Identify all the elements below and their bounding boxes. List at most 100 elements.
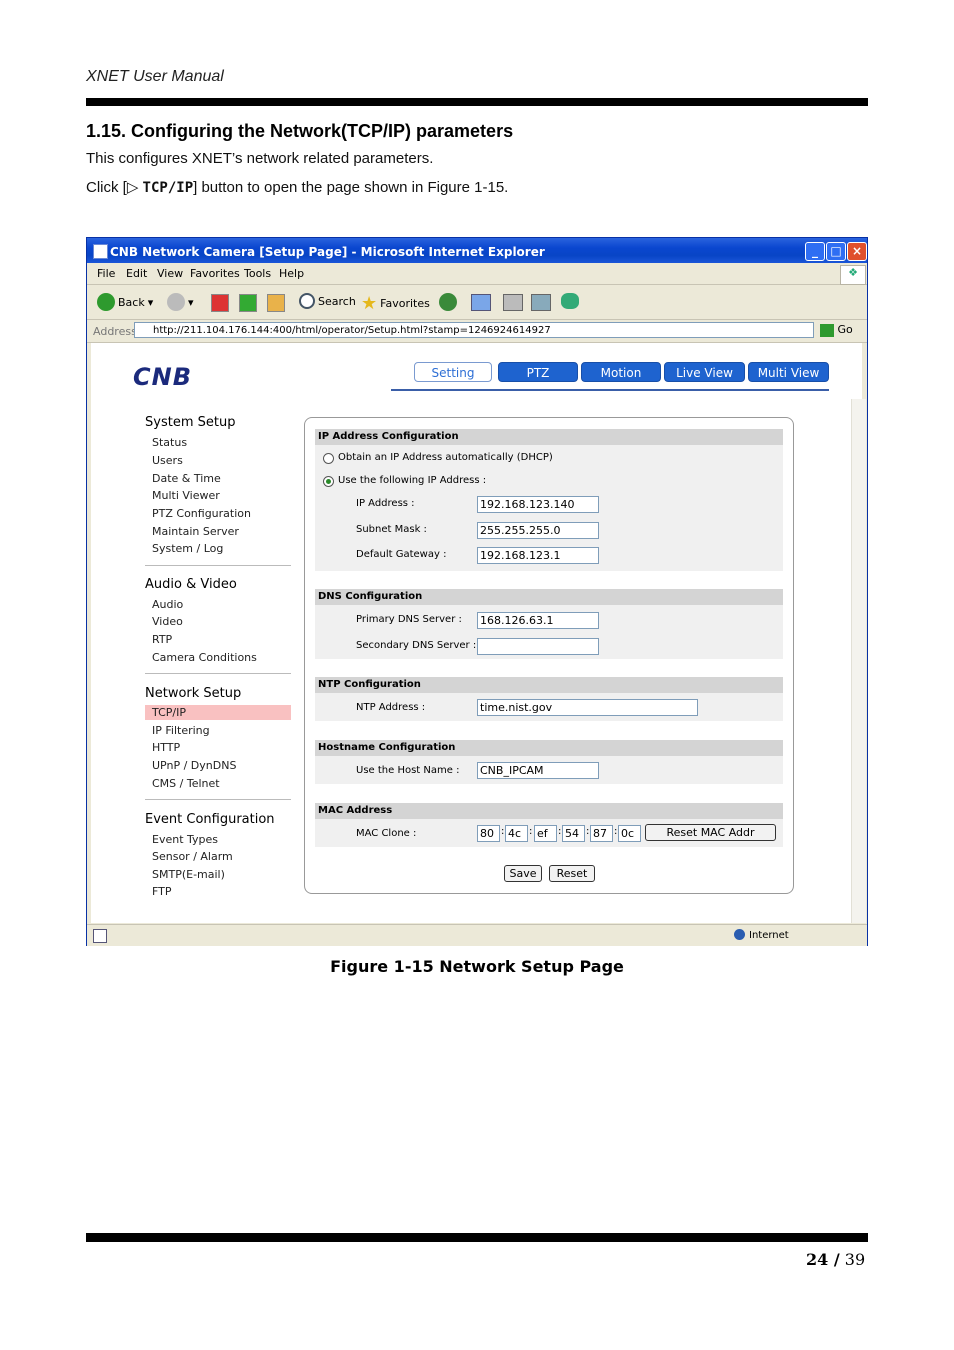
menu-tools[interactable]: Tools [244, 267, 271, 280]
menu-help[interactable]: Help [279, 267, 304, 280]
menu-file[interactable]: File [97, 267, 115, 280]
print-icon[interactable] [503, 294, 523, 311]
sidebar-item-tcp-ip[interactable]: TCP/IP [152, 706, 186, 719]
static-ip-radio[interactable] [323, 476, 334, 487]
subnet-mask-label: Subnet Mask : [356, 524, 427, 535]
page-number: 24 / 39 [806, 1250, 865, 1269]
sidebar-item-camera-conditions[interactable]: Camera Conditions [152, 651, 257, 664]
browser-window: CNB Network Camera [Setup Page] - Micros… [86, 237, 868, 946]
hostname-input[interactable]: CNB_IPCAM [477, 762, 599, 779]
sidebar-heading-network: Network Setup [145, 686, 242, 701]
intro-paragraph: This configures XNET’s network related p… [86, 150, 434, 167]
sidebar-item-ip-filtering[interactable]: IP Filtering [152, 724, 210, 737]
gateway-input[interactable]: 192.168.123.1 [477, 547, 599, 564]
mac-section-header: MAC Address [315, 803, 783, 819]
forward-button[interactable]: ▾ [167, 293, 194, 311]
ntp-address-input[interactable]: time.nist.gov [477, 699, 698, 716]
ip-address-input[interactable]: 192.168.123.140 [477, 496, 599, 513]
favorites-button[interactable]: ★ Favorites [361, 293, 430, 314]
menu-view[interactable]: View [157, 267, 183, 280]
tab-live-view[interactable]: Live View [664, 362, 745, 382]
home-icon[interactable] [267, 294, 285, 312]
tab-motion[interactable]: Motion [581, 362, 661, 382]
sidebar-item-status[interactable]: Status [152, 436, 187, 449]
ip-address-label: IP Address : [356, 498, 415, 509]
mac-octet-2[interactable]: 4c [505, 825, 528, 842]
reset-button[interactable]: Reset [549, 865, 595, 882]
sidebar-heading-audio-video: Audio & Video [145, 577, 237, 592]
sidebar-item-upnp-dyndns[interactable]: UPnP / DynDNS [152, 759, 236, 772]
sidebar-divider [145, 673, 291, 674]
dhcp-radio[interactable] [323, 453, 334, 464]
reset-mac-button[interactable]: Reset MAC Addr [645, 824, 776, 841]
go-button[interactable]: Go [820, 323, 853, 337]
forward-arrow-icon [167, 293, 185, 311]
mac-octet-6[interactable]: 0c [618, 825, 641, 842]
sidebar-item-ptz-configuration[interactable]: PTZ Configuration [152, 507, 251, 520]
mac-octet-3[interactable]: ef [534, 825, 557, 842]
search-label: Search [318, 294, 356, 308]
minimize-button[interactable]: _ [805, 242, 825, 261]
primary-dns-input[interactable]: 168.126.63.1 [477, 612, 599, 629]
tab-ptz[interactable]: PTZ [498, 362, 578, 382]
vertical-scrollbar[interactable] [851, 399, 866, 923]
sidebar-item-rtp[interactable]: RTP [152, 633, 172, 646]
sidebar-item-users[interactable]: Users [152, 454, 183, 467]
close-button[interactable]: × [847, 242, 867, 261]
sidebar-heading-system: System Setup [145, 415, 236, 430]
tab-setting[interactable]: Setting [414, 362, 492, 382]
messenger-icon[interactable] [561, 293, 579, 309]
sidebar-item-sensor-alarm[interactable]: Sensor / Alarm [152, 850, 233, 863]
nav-divider [391, 389, 829, 391]
mac-octet-1[interactable]: 80 [477, 825, 500, 842]
sidebar-item-http[interactable]: HTTP [152, 741, 180, 754]
history-icon[interactable] [439, 293, 457, 311]
windows-logo-icon: ❖ [840, 265, 866, 285]
sidebar-item-ftp[interactable]: FTP [152, 885, 172, 898]
ip-section-body: Obtain an IP Address automatically (DHCP… [315, 445, 783, 571]
back-button[interactable]: Back ▾ [97, 293, 153, 311]
config-panel: IP Address Configuration Obtain an IP Ad… [304, 417, 794, 894]
sidebar-item-event-types[interactable]: Event Types [152, 833, 218, 846]
instruction-pre: Click [▷ [86, 179, 143, 196]
tab-multi-view[interactable]: Multi View [748, 362, 829, 382]
section-title: 1.15. Configuring the Network(TCP/IP) pa… [86, 121, 514, 141]
instruction-paragraph: Click [▷ TCP/IP] button to open the page… [86, 178, 508, 196]
menu-edit[interactable]: Edit [126, 267, 147, 280]
subnet-mask-input[interactable]: 255.255.255.0 [477, 522, 599, 539]
dns-section-body: Primary DNS Server : 168.126.63.1 Second… [315, 605, 783, 659]
page-total: 39 [839, 1250, 866, 1269]
secondary-dns-input[interactable] [477, 638, 599, 655]
hostname-section-body: Use the Host Name : CNB_IPCAM [315, 756, 783, 784]
mac-octet-5[interactable]: 87 [590, 825, 613, 842]
sidebar-item-maintain-server[interactable]: Maintain Server [152, 525, 239, 538]
toolbar: Back ▾ ▾ Search ★ Favorites [87, 285, 867, 320]
sidebar-divider [145, 799, 291, 800]
sidebar-item-date-time[interactable]: Date & Time [152, 472, 221, 485]
menu-favorites[interactable]: Favorites [190, 267, 240, 280]
header-rule [86, 98, 868, 106]
refresh-icon[interactable] [239, 294, 257, 312]
maximize-button[interactable]: □ [826, 242, 846, 261]
edit-icon[interactable] [531, 294, 551, 311]
mac-octet-4[interactable]: 54 [562, 825, 585, 842]
window-title: CNB Network Camera [Setup Page] - Micros… [110, 245, 545, 259]
stop-icon[interactable] [211, 294, 229, 312]
sidebar-item-smtp[interactable]: SMTP(E-mail) [152, 868, 225, 881]
search-button[interactable]: Search [299, 293, 356, 309]
mail-icon[interactable] [471, 294, 491, 311]
page-current: 24 / [806, 1250, 840, 1269]
sidebar-item-audio[interactable]: Audio [152, 598, 183, 611]
ntp-section-header: NTP Configuration [315, 677, 783, 693]
ntp-address-label: NTP Address : [356, 702, 426, 713]
mac-separator: : [501, 826, 505, 837]
save-button[interactable]: Save [504, 865, 542, 882]
address-bar: Address http://211.104.176.144:400/html/… [87, 320, 867, 343]
sidebar-item-cms-telnet[interactable]: CMS / Telnet [152, 777, 220, 790]
page-viewport: CNB Setting PTZ Motion Live View Multi V… [91, 343, 866, 923]
sidebar-item-system-log[interactable]: System / Log [152, 542, 223, 555]
mac-separator: : [558, 826, 562, 837]
sidebar-item-video[interactable]: Video [152, 615, 183, 628]
sidebar-item-multi-viewer[interactable]: Multi Viewer [152, 489, 220, 502]
address-field[interactable]: http://211.104.176.144:400/html/operator… [134, 322, 814, 338]
